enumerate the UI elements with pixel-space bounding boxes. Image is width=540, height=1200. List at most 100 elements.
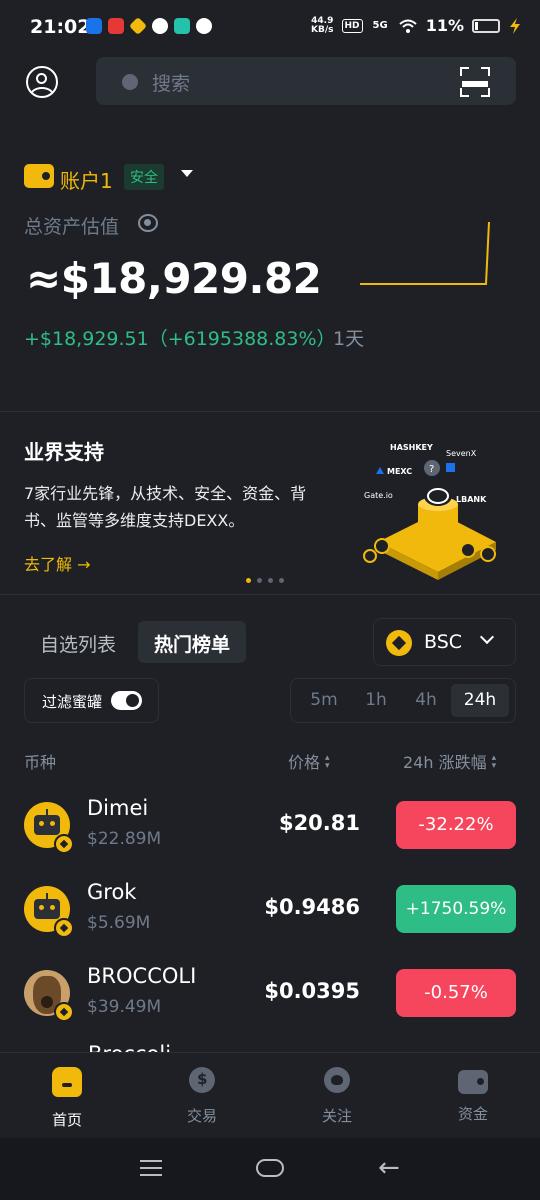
table-row[interactable]: BROCCOLI $39.49M $0.0395 -0.57%	[0, 962, 540, 1046]
timeframe-selector: 5m 1h 4h 24h	[290, 678, 516, 723]
app-notification-icon	[86, 18, 102, 34]
carousel-dot[interactable]	[268, 578, 273, 583]
carousel-dot[interactable]	[246, 578, 251, 583]
wallet-icon	[458, 1070, 488, 1094]
app-notification-icon	[108, 18, 124, 34]
timeframe-4h[interactable]: 4h	[401, 684, 451, 717]
token-change: +1750.59%	[396, 885, 516, 933]
chain-selector[interactable]: BSC	[373, 618, 516, 666]
wechat-notification-icon	[152, 18, 168, 34]
bsc-icon	[386, 630, 412, 656]
token-price: $0.0395	[264, 979, 360, 1003]
signal-icon: 5G	[372, 19, 388, 31]
search-bar[interactable]: 搜索	[96, 57, 516, 105]
nav-follow[interactable]: 关注	[292, 1067, 382, 1126]
token-market-cap: $5.69M	[87, 913, 151, 933]
profile-icon[interactable]	[26, 66, 58, 98]
timeframe-24h[interactable]: 24h	[451, 684, 509, 717]
wallet-icon	[24, 164, 54, 188]
banner-link[interactable]: 去了解 →	[24, 551, 91, 575]
status-right: 44.9 KB/s HD 5G 11%	[311, 16, 522, 35]
notification-icons	[86, 16, 212, 36]
token-change: -32.22%	[396, 801, 516, 849]
wifi-icon	[399, 19, 417, 33]
carousel-dots[interactable]	[246, 578, 284, 583]
bottom-nav: 首页 交易 关注 资金	[0, 1052, 540, 1138]
tab-watchlist[interactable]: 自选列表	[24, 621, 132, 663]
eye-icon[interactable]	[138, 214, 158, 232]
token-price: $20.81	[278, 811, 360, 835]
partner-logo: HASHKEY	[390, 443, 433, 452]
app-notification-icon	[174, 18, 190, 34]
token-market-cap: $22.89M	[87, 829, 162, 849]
pnl-value: +$18,929.51（+6195388.83%）	[24, 328, 336, 350]
partner-logo: SevenX	[446, 449, 477, 458]
nav-funds[interactable]: 资金	[428, 1067, 518, 1124]
token-market-cap: $39.49M	[87, 997, 162, 1017]
total-balance: ≈$18,929.82	[26, 254, 322, 303]
table-row[interactable]: Grok $5.69M $0.9486 +1750.59%	[0, 878, 540, 962]
table-row[interactable]: Dimei $22.89M $20.81 -32.22%	[0, 794, 540, 878]
divider	[0, 594, 540, 595]
message-notification-icon	[196, 18, 212, 34]
carousel-dot[interactable]	[257, 578, 262, 583]
search-icon	[122, 74, 138, 90]
banner-title: 业界支持	[24, 440, 104, 464]
partner-logo: MEXC	[387, 467, 412, 476]
token-name: BROCCOLI	[87, 964, 197, 988]
nav-label: 资金	[457, 1105, 488, 1123]
chain-label: BSC	[424, 631, 463, 653]
token-price: $0.9486	[264, 895, 360, 919]
partners-illustration: HASHKEY SevenX MEXC ? Gate.io LBANK	[363, 443, 496, 580]
battery-icon	[472, 18, 500, 33]
tab-hot-list[interactable]: 热门榜单	[138, 621, 247, 663]
back-icon[interactable]: ←	[378, 1155, 400, 1181]
home-button-icon[interactable]	[256, 1159, 284, 1177]
battery-percent: 11%	[425, 16, 464, 35]
carousel-dot[interactable]	[279, 578, 284, 583]
bsc-badge-icon	[54, 834, 74, 854]
svg-text:?: ?	[429, 464, 434, 475]
recent-apps-icon[interactable]	[140, 1160, 162, 1176]
trade-icon	[189, 1067, 215, 1093]
partner-logo: LBANK	[456, 495, 487, 504]
token-change: -0.57%	[396, 969, 516, 1017]
timeframe-5m[interactable]: 5m	[299, 684, 349, 717]
total-asset-label: 总资产估值	[24, 216, 120, 238]
col-token: 币种	[24, 753, 57, 772]
security-badge: 安全	[124, 164, 164, 190]
nav-trade[interactable]: 交易	[157, 1067, 247, 1126]
net-speed: 44.9 KB/s	[311, 15, 334, 35]
follow-icon	[324, 1067, 350, 1093]
status-time: 21:02	[30, 16, 91, 38]
charging-icon	[510, 17, 520, 34]
pnl-period[interactable]: 1天	[333, 324, 364, 351]
col-price[interactable]: 价格	[288, 749, 330, 773]
status-bar: 21:02 44.9 KB/s HD 5G 11%	[0, 0, 540, 58]
account-dropdown-icon[interactable]	[181, 170, 193, 177]
filter-toggle[interactable]	[111, 691, 142, 710]
system-nav-bar: ←	[0, 1138, 540, 1200]
col-change[interactable]: 24h 涨跌幅	[403, 749, 496, 773]
partner-logo: Gate.io	[364, 491, 393, 500]
search-placeholder: 搜索	[152, 73, 191, 95]
token-name: Grok	[87, 880, 137, 904]
divider	[0, 411, 540, 412]
arrow-right-icon: →	[72, 555, 91, 574]
banner-text: 7家行业先锋，从技术、安全、资金、背书、监管等多维度支持DEXX。	[24, 484, 307, 530]
hd-icon: HD	[341, 18, 363, 33]
honeypot-filter[interactable]: 过滤蜜罐	[24, 678, 159, 723]
scan-icon[interactable]	[460, 67, 490, 97]
bsc-badge-icon	[54, 918, 74, 938]
home-icon	[52, 1067, 82, 1097]
balance-sparkline	[360, 221, 490, 285]
nav-label: 交易	[186, 1107, 217, 1125]
binance-notification-icon	[128, 16, 148, 36]
timeframe-1h[interactable]: 1h	[351, 684, 401, 717]
nav-label: 关注	[321, 1107, 352, 1125]
nav-home[interactable]: 首页	[22, 1067, 112, 1130]
bsc-badge-icon	[54, 1002, 74, 1022]
filter-label: 过滤蜜罐	[42, 693, 103, 711]
account-name[interactable]: 账户1	[60, 165, 113, 194]
token-name: Dimei	[87, 796, 149, 820]
